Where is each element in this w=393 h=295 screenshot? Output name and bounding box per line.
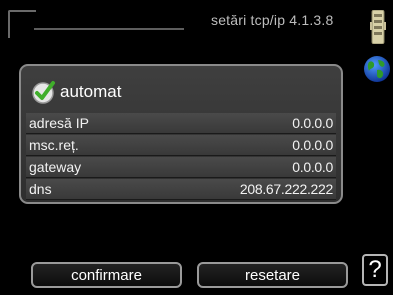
automatic-label: automat bbox=[60, 82, 122, 101]
row-value: 0.0.0.0 bbox=[292, 115, 333, 131]
row-value: 0.0.0.0 bbox=[292, 159, 333, 175]
row-value: 208.67.222.222 bbox=[239, 181, 333, 197]
confirm-button[interactable]: confirmare bbox=[31, 262, 182, 288]
title-text: setări tcp/ip bbox=[211, 12, 286, 28]
gateway-row[interactable]: gateway 0.0.0.0 bbox=[26, 157, 336, 178]
dns-row[interactable]: dns 208.67.222.222 bbox=[26, 179, 336, 200]
row-label: adresă IP bbox=[29, 115, 89, 131]
globe-icon bbox=[364, 56, 390, 82]
ip-address-row[interactable]: adresă IP 0.0.0.0 bbox=[26, 113, 336, 134]
netmask-row[interactable]: msc.reț. 0.0.0.0 bbox=[26, 135, 336, 156]
tcpip-settings-panel: automat adresă IP 0.0.0.0 msc.reț. 0.0.0… bbox=[19, 64, 343, 204]
page-title: setări tcp/ip 4.1.3.8 bbox=[211, 12, 334, 28]
row-label: dns bbox=[29, 181, 52, 197]
automatic-toggle[interactable]: automat bbox=[31, 78, 121, 106]
row-label: msc.reț. bbox=[29, 137, 79, 153]
row-label: gateway bbox=[29, 159, 82, 175]
router-icon bbox=[370, 10, 386, 44]
menu-number: 4.1.3.8 bbox=[289, 12, 334, 28]
decorative-frame bbox=[8, 10, 36, 38]
help-button[interactable]: ? bbox=[362, 254, 388, 286]
row-value: 0.0.0.0 bbox=[292, 137, 333, 153]
settings-list: adresă IP 0.0.0.0 msc.reț. 0.0.0.0 gatew… bbox=[26, 113, 336, 201]
reset-button[interactable]: resetare bbox=[197, 262, 348, 288]
title-rule bbox=[34, 28, 184, 30]
checkmark-icon bbox=[32, 81, 55, 104]
